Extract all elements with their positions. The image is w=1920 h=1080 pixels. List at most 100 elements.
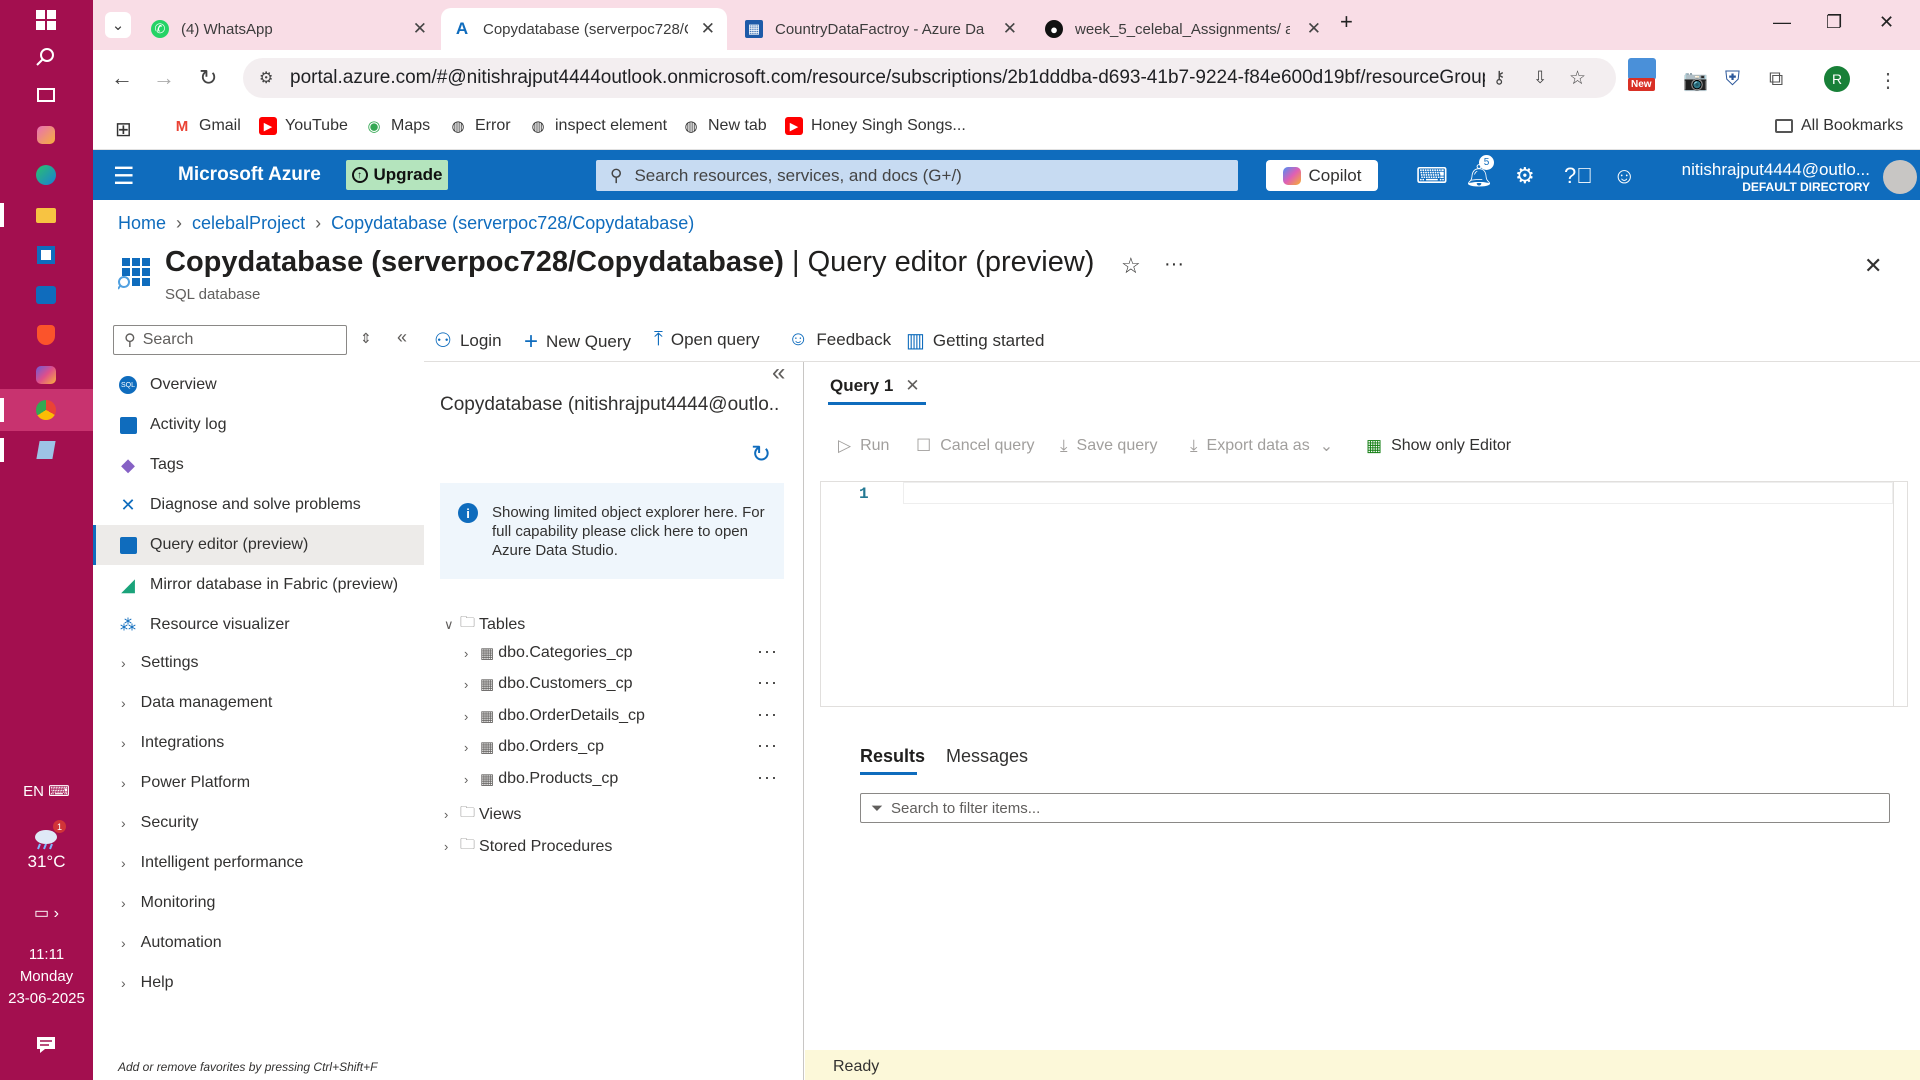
- more-options-icon[interactable]: ···: [1164, 253, 1184, 276]
- task-view-icon[interactable]: [31, 80, 61, 110]
- hamburger-menu-icon[interactable]: ☰: [113, 162, 135, 191]
- reload-icon[interactable]: ↻: [199, 65, 217, 91]
- nav-settings[interactable]: › Settings: [93, 643, 424, 683]
- breadcrumb-database[interactable]: Copydatabase (serverpoc728/Copydatabase): [331, 213, 694, 234]
- weather-icon[interactable]: 1: [32, 820, 66, 852]
- more-options-icon[interactable]: ···: [757, 704, 778, 725]
- new-query-button[interactable]: + New Query: [524, 328, 631, 356]
- password-key-icon[interactable]: ⚷: [1493, 68, 1505, 88]
- notifications-bell-icon[interactable]: 🔔︎ 5: [1465, 155, 1494, 189]
- install-app-icon[interactable]: ⇩: [1533, 68, 1547, 88]
- tree-table-orders[interactable]: › ▦ dbo.Orders_cp: [464, 738, 604, 756]
- close-window-icon[interactable]: ✕: [1879, 12, 1894, 33]
- azure-brand[interactable]: Microsoft Azure: [178, 164, 321, 186]
- nav-monitoring[interactable]: › Monitoring: [93, 883, 424, 923]
- run-button[interactable]: ▷ Run: [838, 436, 889, 456]
- back-icon[interactable]: ←: [111, 65, 133, 91]
- search-icon[interactable]: [31, 42, 61, 72]
- outlook-icon[interactable]: [31, 280, 61, 310]
- show-only-editor-button[interactable]: ▦ Show only Editor: [1366, 436, 1511, 456]
- nav-tags[interactable]: ◆ Tags: [93, 445, 424, 485]
- tree-table-customers[interactable]: › ▦ dbo.Customers_cp: [464, 675, 632, 693]
- nav-integrations[interactable]: › Integrations: [93, 723, 424, 763]
- extension-new-icon[interactable]: New: [1628, 58, 1656, 91]
- new-tab-icon[interactable]: +: [1340, 9, 1353, 35]
- getting-started-button[interactable]: ▥ Getting started: [906, 328, 1044, 353]
- menu-kebab-icon[interactable]: ⋮: [1878, 68, 1898, 93]
- address-bar[interactable]: ⚙ portal.azure.com/#@nitishrajput4444out…: [243, 58, 1616, 98]
- tree-tables[interactable]: ∨ 🗀︎ Tables: [444, 612, 525, 637]
- tab-messages[interactable]: Messages: [946, 746, 1028, 767]
- minimize-icon[interactable]: —: [1773, 12, 1791, 33]
- bookmark-error[interactable]: ◍ Error: [449, 117, 510, 135]
- tray-expand[interactable]: ▭ ›: [0, 903, 93, 923]
- explorer-divider[interactable]: [803, 362, 804, 1080]
- help-icon[interactable]: ?⃝: [1564, 163, 1593, 189]
- close-tab-icon[interactable]: ✕: [1003, 19, 1017, 39]
- refresh-icon[interactable]: ↻: [751, 440, 771, 469]
- chrome-icon[interactable]: [31, 395, 61, 425]
- restore-icon[interactable]: ❐: [1826, 12, 1842, 33]
- tab-data-factory[interactable]: ▦ CountryDataFactroy - Azure Da ✕: [733, 8, 1029, 50]
- brave-icon[interactable]: [31, 320, 61, 350]
- cloud-shell-icon[interactable]: ⌨: [1416, 163, 1448, 189]
- bookmark-maps[interactable]: ◉ Maps: [365, 117, 430, 135]
- login-button[interactable]: ⚇ Login: [434, 328, 502, 353]
- m365-icon[interactable]: [31, 360, 61, 390]
- language-indicator[interactable]: EN ⌨: [0, 782, 93, 800]
- bookmark-gmail[interactable]: M Gmail: [173, 117, 241, 135]
- camera-extension-icon[interactable]: 📷: [1683, 68, 1708, 93]
- tab-azure-portal[interactable]: A Copydatabase (serverpoc728/C ✕: [441, 8, 727, 50]
- close-tab-icon[interactable]: ✕: [1307, 19, 1321, 39]
- nav-query-editor[interactable]: Query editor (preview): [93, 525, 424, 565]
- nav-resource-visualizer[interactable]: ⁂ Resource visualizer: [93, 605, 424, 645]
- sort-updown-icon[interactable]: ⇕: [360, 330, 372, 347]
- upgrade-button[interactable]: ↑ Upgrade: [346, 160, 448, 190]
- profile-avatar[interactable]: R: [1824, 66, 1850, 92]
- tree-views[interactable]: › 🗀︎ Views: [444, 802, 521, 827]
- nav-diagnose[interactable]: ✕ Diagnose and solve problems: [93, 485, 424, 525]
- app-icon[interactable]: [31, 435, 61, 465]
- nav-data-management[interactable]: › Data management: [93, 683, 424, 723]
- collapse-explorer-icon[interactable]: «: [772, 359, 785, 387]
- bookmark-youtube[interactable]: ▶ YouTube: [259, 117, 348, 135]
- bookmark-inspect-element[interactable]: ◍ inspect element: [529, 117, 667, 135]
- tab-github[interactable]: ● week_5_celebal_Assignments/ a ✕: [1033, 8, 1333, 50]
- account-info[interactable]: nitishrajput4444@outlo... DEFAULT DIRECT…: [1670, 160, 1870, 194]
- feedback-button[interactable]: ☺ Feedback: [788, 328, 891, 351]
- tab-query-1[interactable]: Query 1 ✕: [830, 376, 920, 396]
- tree-table-products[interactable]: › ▦ dbo.Products_cp: [464, 770, 618, 788]
- save-query-button[interactable]: ⤓ Save query: [1060, 436, 1157, 456]
- close-tab-icon[interactable]: ✕: [701, 19, 715, 39]
- nav-power-platform[interactable]: › Power Platform: [93, 763, 424, 803]
- tree-table-orderdetails[interactable]: › ▦ dbo.OrderDetails_cp: [464, 707, 645, 725]
- all-bookmarks[interactable]: All Bookmarks: [1775, 117, 1903, 135]
- breadcrumb-home[interactable]: Home: [118, 213, 166, 234]
- nav-automation[interactable]: › Automation: [93, 923, 424, 963]
- info-banner[interactable]: i Showing limited object explorer here. …: [440, 483, 784, 579]
- nav-mirror-fabric[interactable]: ◢ Mirror database in Fabric (preview): [93, 565, 424, 605]
- menu-search-input[interactable]: ⚲ Search: [113, 325, 347, 355]
- edge-icon[interactable]: [31, 160, 61, 190]
- settings-gear-icon[interactable]: ⚙: [1515, 163, 1535, 189]
- notification-center-icon[interactable]: [31, 1030, 61, 1060]
- file-explorer-icon[interactable]: [31, 200, 61, 230]
- nav-help[interactable]: › Help: [93, 963, 424, 1003]
- copilot-app-icon[interactable]: [31, 120, 61, 150]
- collapse-menu-icon[interactable]: «: [397, 327, 407, 348]
- more-options-icon[interactable]: ···: [757, 735, 778, 756]
- nav-overview[interactable]: SQL Overview: [93, 365, 424, 405]
- more-options-icon[interactable]: ···: [757, 767, 778, 788]
- nav-activity-log[interactable]: Activity log: [93, 405, 424, 445]
- close-tab-icon[interactable]: ✕: [413, 19, 427, 39]
- results-filter-input[interactable]: ⏷ Search to filter items...: [860, 793, 1890, 823]
- site-info-icon[interactable]: ⚙: [259, 68, 273, 88]
- close-blade-icon[interactable]: ✕: [1864, 253, 1882, 279]
- tree-stored-procedures[interactable]: › 🗀︎ Stored Procedures: [444, 834, 612, 859]
- shield-extension-icon[interactable]: ⛨: [1725, 68, 1740, 91]
- bookmark-star-icon[interactable]: ☆: [1569, 67, 1586, 90]
- microsoft-store-icon[interactable]: [31, 240, 61, 270]
- editor-scrollbar[interactable]: [1893, 482, 1907, 706]
- tree-table-categories[interactable]: › ▦ dbo.Categories_cp: [464, 644, 633, 662]
- open-query-button[interactable]: ⤒ Open query: [654, 328, 760, 351]
